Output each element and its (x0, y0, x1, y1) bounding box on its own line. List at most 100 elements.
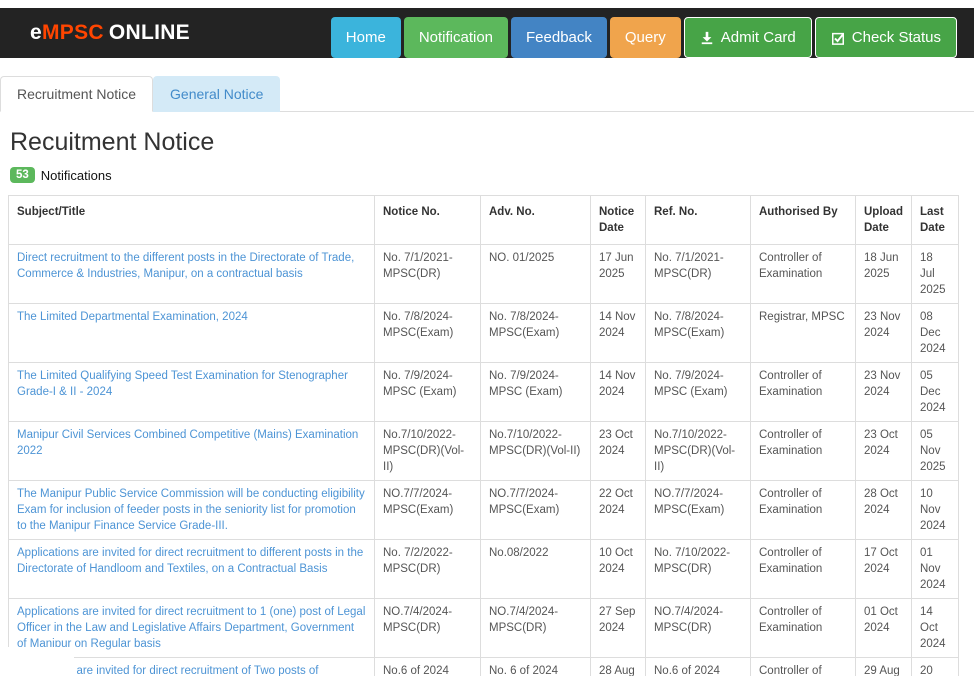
subject-cell: Direct recruitment to the different post… (9, 245, 375, 304)
adv-no-cell: No. 7/8/2024-MPSC(Exam) (481, 304, 591, 363)
query-button-label: Query (625, 29, 666, 46)
last-date-cell: 14 Oct 2024 (912, 599, 959, 658)
authorised-by-cell: Registrar, MPSC (751, 304, 856, 363)
last-date-cell: 18 Jul 2025 (912, 245, 959, 304)
white-corner-overlay (0, 647, 74, 676)
upload-date-cell: 17 Oct 2024 (856, 540, 912, 599)
table-row: Direct recruitment to the different post… (9, 245, 959, 304)
admit-card-button[interactable]: Admit Card (684, 17, 812, 58)
col-adv-no: Adv. No. (481, 196, 591, 245)
authorised-by-cell: Controller of Examination (751, 540, 856, 599)
last-date-cell: 20 Sep 2024 (912, 658, 959, 676)
notifications-count-badge: 53 (10, 167, 35, 183)
tab-general-notice-label: General Notice (170, 86, 263, 102)
notice-date-cell: 10 Oct 2024 (591, 540, 646, 599)
notice-link[interactable]: The Limited Qualifying Speed Test Examin… (17, 370, 348, 398)
table-row: The Limited Departmental Examination, 20… (9, 304, 959, 363)
query-button[interactable]: Query (610, 17, 681, 58)
notice-link[interactable]: Applications are invited for direct recr… (17, 606, 365, 650)
table-header-row: Subject/Title Notice No. Adv. No. Notice… (9, 196, 959, 245)
logo-part-mpsc: MPSC (42, 21, 104, 44)
ref-no-cell: No. 7/10/2022-MPSC(DR) (646, 540, 751, 599)
tab-bar: Recruitment Notice General Notice (0, 76, 974, 112)
last-date-cell: 08 Dec 2024 (912, 304, 959, 363)
adv-no-cell: No. 6 of 2024 (481, 658, 591, 676)
notice-no-cell: NO.7/4/2024-MPSC(DR) (375, 599, 481, 658)
upload-date-cell: 23 Oct 2024 (856, 422, 912, 481)
authorised-by-cell: Controller of Examination (751, 422, 856, 481)
notice-date-cell: 14 Nov 2024 (591, 363, 646, 422)
notification-button[interactable]: Notification (404, 17, 508, 58)
subject-cell: Applications are invited for direct recr… (9, 540, 375, 599)
col-ref-no: Ref. No. (646, 196, 751, 245)
adv-no-cell: NO. 01/2025 (481, 245, 591, 304)
subject-cell: The Limited Qualifying Speed Test Examin… (9, 363, 375, 422)
home-button-label: Home (346, 29, 386, 46)
upload-date-cell: 01 Oct 2024 (856, 599, 912, 658)
adv-no-cell: NO.7/7/2024-MPSC(Exam) (481, 481, 591, 540)
feedback-button-label: Feedback (526, 29, 592, 46)
authorised-by-cell: Controller of Examination (751, 245, 856, 304)
ref-no-cell: No.7/10/2022-MPSC(DR)(Vol-II) (646, 422, 751, 481)
notice-date-cell: 27 Sep 2024 (591, 599, 646, 658)
authorised-by-cell: Controller of Examination (751, 363, 856, 422)
notices-table: Subject/Title Notice No. Adv. No. Notice… (8, 195, 959, 676)
notice-no-cell: No. 7/8/2024-MPSC(Exam) (375, 304, 481, 363)
app-logo: eMPSCONLINE (30, 21, 190, 45)
notice-link[interactable]: Manipur Civil Services Combined Competit… (17, 429, 358, 457)
logo-part-online: ONLINE (109, 21, 190, 44)
notice-date-cell: 23 Oct 2024 (591, 422, 646, 481)
col-authorised-by: Authorised By (751, 196, 856, 245)
last-date-cell: 01 Nov 2024 (912, 540, 959, 599)
notification-button-label: Notification (419, 29, 493, 46)
adv-no-cell: NO.7/4/2024-MPSC(DR) (481, 599, 591, 658)
table-row: The Limited Qualifying Speed Test Examin… (9, 363, 959, 422)
table-row: Applications are invited for direct recr… (9, 599, 959, 658)
adv-no-cell: No.08/2022 (481, 540, 591, 599)
main-nav: Home Notification Feedback Query Admit C… (331, 17, 957, 58)
notice-link[interactable]: Direct recruitment to the different post… (17, 252, 354, 280)
notice-no-cell: No. 7/2/2022-MPSC(DR) (375, 540, 481, 599)
notice-link[interactable]: Applications are invited for direct recr… (17, 547, 363, 575)
col-upload-date: Upload Date (856, 196, 912, 245)
last-date-cell: 05 Nov 2025 (912, 422, 959, 481)
notice-date-cell: 14 Nov 2024 (591, 304, 646, 363)
notice-no-cell: No. 7/1/2021-MPSC(DR) (375, 245, 481, 304)
adv-no-cell: No. 7/9/2024-MPSC (Exam) (481, 363, 591, 422)
check-status-button-label: Check Status (852, 29, 941, 46)
tab-recruitment-notice-label: Recruitment Notice (17, 86, 136, 102)
ref-no-cell: NO.7/7/2024-MPSC(Exam) (646, 481, 751, 540)
authorised-by-cell: Controller of Examination (751, 658, 856, 676)
upload-date-cell: 28 Oct 2024 (856, 481, 912, 540)
notifications-count-row: 53 Notifications (10, 167, 974, 183)
notice-no-cell: No.7/10/2022-MPSC(DR)(Vol-II) (375, 422, 481, 481)
notice-no-cell: NO.7/7/2024-MPSC(Exam) (375, 481, 481, 540)
col-notice-date: Notice Date (591, 196, 646, 245)
ref-no-cell: No. 7/1/2021-MPSC(DR) (646, 245, 751, 304)
table-row: Applications are invited for direct recr… (9, 540, 959, 599)
logo-part-e: e (30, 21, 42, 44)
download-icon (700, 31, 714, 45)
tab-general-notice[interactable]: General Notice (153, 76, 280, 112)
notice-no-cell: No.6 of 2024 (375, 658, 481, 676)
notice-link[interactable]: The Manipur Public Service Commission wi… (17, 488, 365, 532)
upload-date-cell: 18 Jun 2025 (856, 245, 912, 304)
ref-no-cell: No. 7/9/2024-MPSC (Exam) (646, 363, 751, 422)
ref-no-cell: NO.7/4/2024-MPSC(DR) (646, 599, 751, 658)
tab-recruitment-notice[interactable]: Recruitment Notice (0, 76, 153, 112)
table-row: The Manipur Public Service Commission wi… (9, 481, 959, 540)
adv-no-cell: No.7/10/2022-MPSC(DR)(Vol-II) (481, 422, 591, 481)
page-title: Recuitment Notice (10, 128, 974, 157)
col-subject-title: Subject/Title (9, 196, 375, 245)
check-status-button[interactable]: Check Status (815, 17, 957, 58)
upload-date-cell: 23 Nov 2024 (856, 363, 912, 422)
notice-link[interactable]: The Limited Departmental Examination, 20… (17, 311, 248, 323)
subject-cell: The Limited Departmental Examination, 20… (9, 304, 375, 363)
col-notice-no: Notice No. (375, 196, 481, 245)
upload-date-cell: 23 Nov 2024 (856, 304, 912, 363)
home-button[interactable]: Home (331, 17, 401, 58)
feedback-button[interactable]: Feedback (511, 17, 607, 58)
subject-cell: The Manipur Public Service Commission wi… (9, 481, 375, 540)
notifications-label: Notifications (41, 168, 112, 183)
notice-no-cell: No. 7/9/2024-MPSC (Exam) (375, 363, 481, 422)
